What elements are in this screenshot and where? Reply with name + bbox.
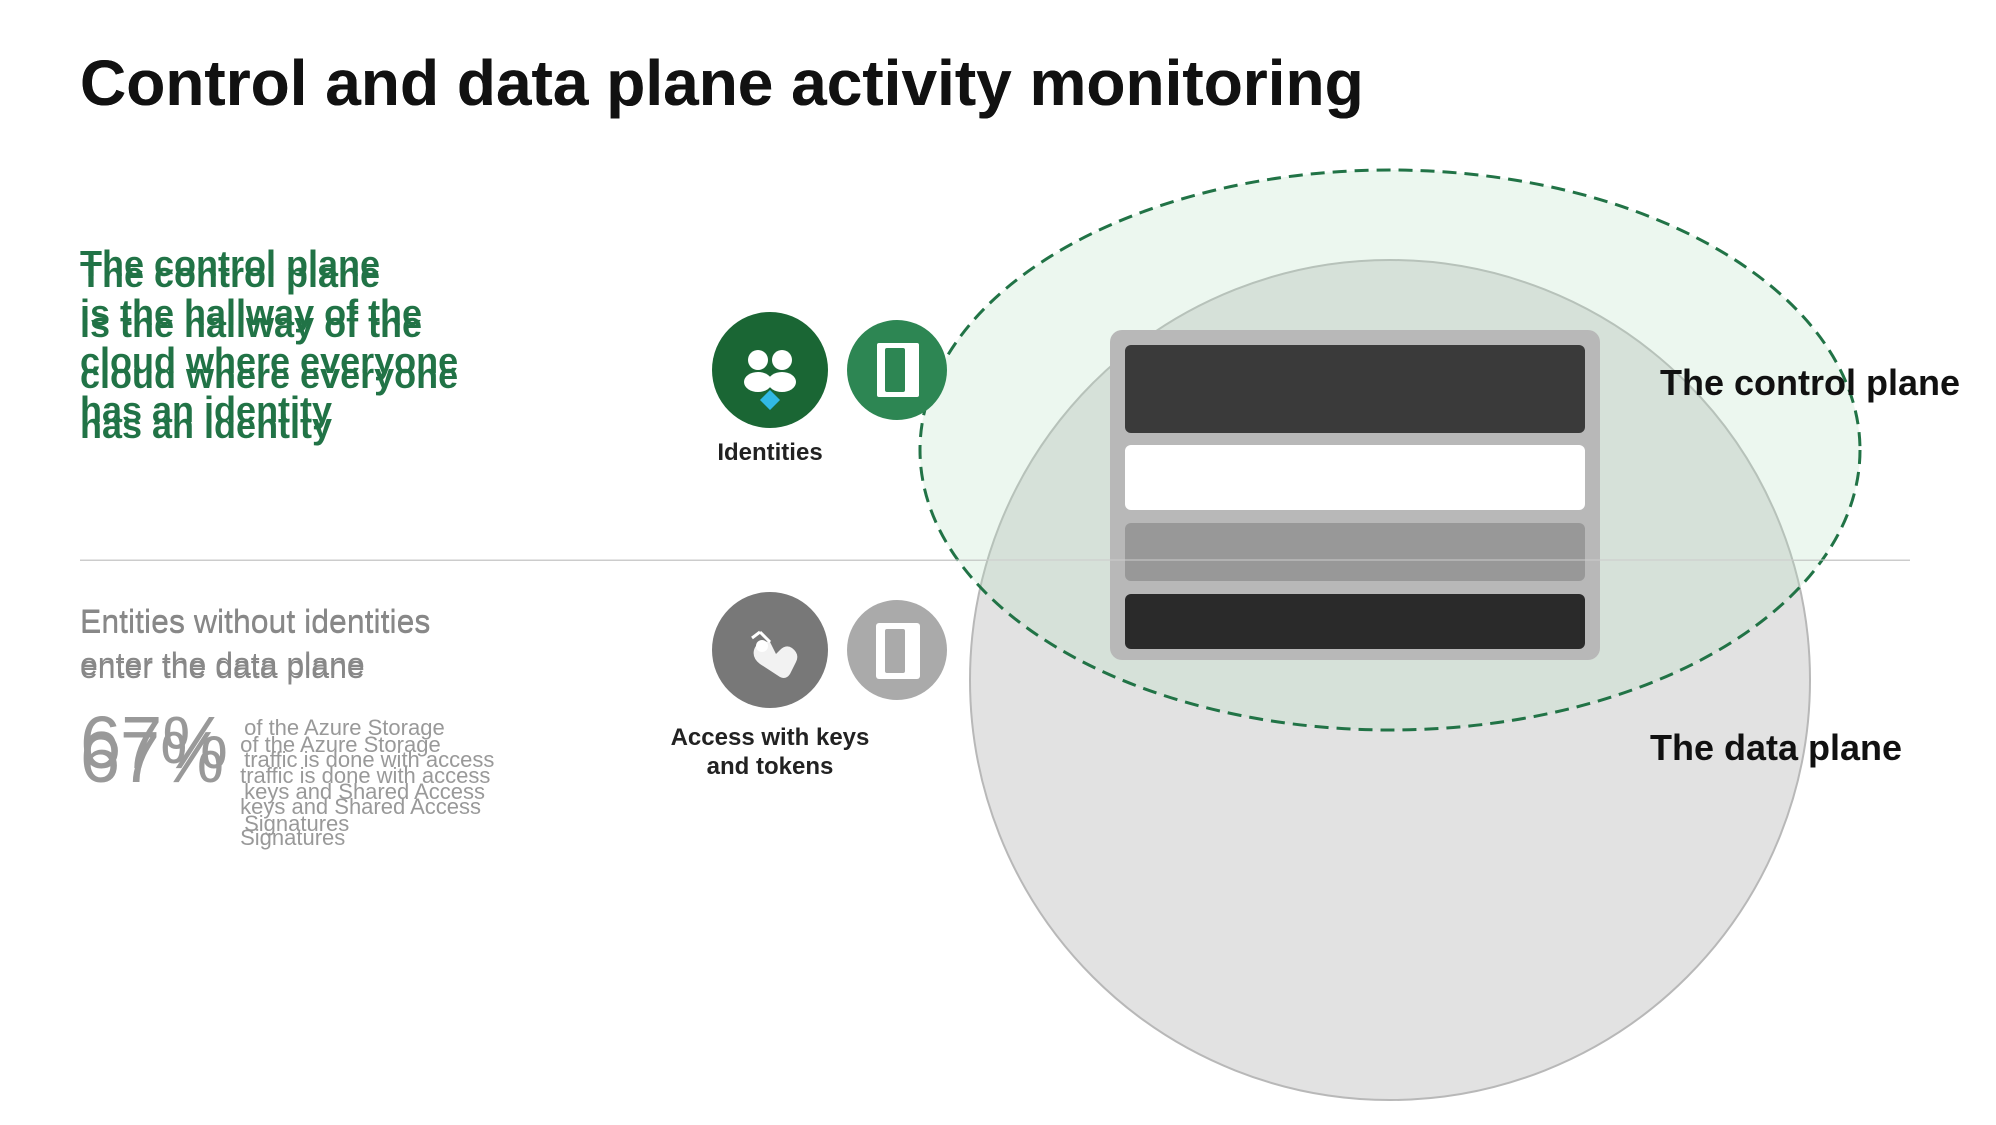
stat-number: 67% <box>80 700 228 785</box>
svg-text:Access with keys: Access with keys <box>671 724 870 751</box>
svg-text:Identities: Identities <box>717 439 822 466</box>
headline-l2: is the hallway of the <box>80 304 422 345</box>
control-plane-headline: The control plane is the hallway of the … <box>80 250 458 452</box>
svg-text:and tokens: and tokens <box>707 753 834 780</box>
diagram-svg: The control plane The data plane Identit… <box>0 0 1996 1125</box>
stat-container: 67% of the Azure Storage traffic is done… <box>80 700 504 840</box>
headline-l1: The control plane <box>80 254 380 295</box>
stat-description: of the Azure Storage traffic is done wit… <box>244 700 504 840</box>
main-title: Control and data plane activity monitori… <box>80 48 1364 118</box>
svg-text:The control plane: The control plane <box>1660 362 1960 403</box>
entities-text: Entities without identities enter the da… <box>80 600 430 690</box>
svg-text:The data plane: The data plane <box>1650 727 1902 768</box>
entities-l2: enter the data plane <box>80 649 365 685</box>
headline-l4: has an identity <box>80 405 332 446</box>
headline-l3: cloud where everyone <box>80 355 458 396</box>
section-divider <box>80 560 1910 561</box>
entities-l1: Entities without identities <box>80 604 430 640</box>
